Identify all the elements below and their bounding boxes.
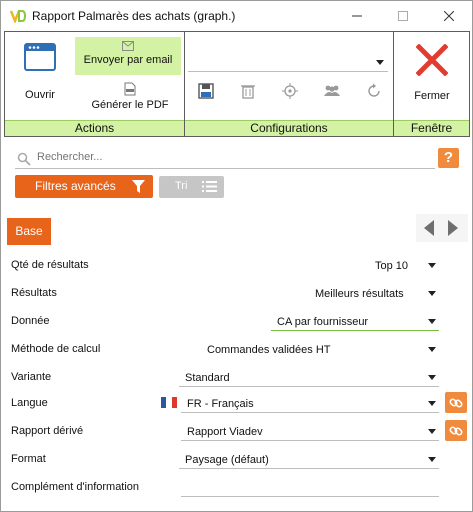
additional-info-input[interactable] bbox=[181, 479, 439, 497]
sort-button[interactable]: Tri bbox=[159, 176, 224, 198]
window-icon bbox=[24, 43, 56, 71]
configurations-group: Configurations bbox=[185, 32, 393, 136]
maximize-button[interactable] bbox=[380, 1, 426, 31]
additional-info-label: Complément d'information bbox=[11, 481, 140, 493]
language-value: FR - Français bbox=[187, 398, 254, 410]
save-icon bbox=[198, 83, 214, 99]
chevron-down-icon bbox=[376, 60, 384, 65]
window-title: Rapport Palmarès des achats (graph.) bbox=[32, 9, 236, 23]
app-logo-icon bbox=[10, 10, 26, 23]
chevron-down-icon bbox=[428, 263, 436, 268]
results-count-select[interactable]: Top 10 bbox=[369, 257, 439, 275]
minimize-button[interactable] bbox=[334, 1, 380, 31]
arrow-right-icon[interactable] bbox=[448, 220, 458, 236]
data-value: CA par fournisseur bbox=[277, 316, 369, 328]
calculation-method-select[interactable]: Commandes validées HT bbox=[201, 341, 439, 359]
list-icon bbox=[202, 181, 217, 192]
funnel-icon bbox=[132, 180, 145, 193]
refresh-icon bbox=[368, 83, 380, 97]
chevron-down-icon bbox=[428, 429, 436, 434]
email-icon bbox=[122, 41, 134, 51]
advanced-filters-label: Filtres avancés bbox=[35, 179, 116, 193]
maximize-icon bbox=[398, 11, 408, 21]
advanced-filters-button[interactable]: Filtres avancés bbox=[15, 175, 153, 198]
window-close-button[interactable] bbox=[426, 1, 472, 31]
open-button[interactable]: Ouvrir bbox=[15, 42, 65, 101]
results-count-label: Qté de résultats bbox=[11, 259, 89, 271]
format-select[interactable]: Paysage (défaut) bbox=[179, 451, 439, 469]
close-icon bbox=[444, 11, 454, 21]
chevron-down-icon bbox=[428, 291, 436, 296]
search-icon bbox=[17, 152, 31, 166]
help-icon: ? bbox=[443, 149, 454, 166]
results-type-value: Meilleurs résultats bbox=[315, 288, 404, 300]
results-count-value: Top 10 bbox=[375, 260, 409, 272]
tab-base[interactable]: Base bbox=[7, 218, 51, 245]
sort-label: Tri bbox=[175, 180, 188, 192]
search-input[interactable] bbox=[37, 151, 427, 163]
title-bar: Rapport Palmarès des achats (graph.) bbox=[1, 1, 472, 31]
calculation-method-label: Méthode de calcul bbox=[11, 343, 101, 355]
results-type-label: Résultats bbox=[11, 287, 57, 299]
close-report-button[interactable]: Fermer bbox=[404, 44, 460, 102]
reset-config-button[interactable] bbox=[365, 82, 383, 100]
derived-report-select[interactable]: Rapport Viadev bbox=[181, 423, 439, 441]
variant-select[interactable]: Standard bbox=[179, 369, 439, 387]
variant-value: Standard bbox=[185, 372, 230, 384]
default-config-button[interactable] bbox=[281, 82, 299, 100]
configuration-select[interactable] bbox=[188, 54, 388, 72]
generate-pdf-button[interactable]: Générer le PDF bbox=[85, 82, 175, 111]
close-icon bbox=[416, 44, 448, 76]
minimize-icon bbox=[352, 15, 362, 17]
results-type-select[interactable]: Meilleurs résultats bbox=[309, 285, 439, 303]
chevron-down-icon bbox=[428, 319, 436, 324]
tab-navigation bbox=[416, 214, 468, 242]
delete-config-button[interactable] bbox=[239, 82, 257, 100]
derived-report-label: Rapport dérivé bbox=[11, 425, 84, 437]
chevron-down-icon bbox=[428, 375, 436, 380]
language-select[interactable]: FR - Français bbox=[181, 395, 439, 413]
target-icon bbox=[282, 83, 298, 99]
save-config-button[interactable] bbox=[197, 82, 215, 100]
chevron-down-icon bbox=[428, 457, 436, 462]
trash-icon bbox=[241, 85, 255, 99]
ribbon: Ouvrir Envoyer par email Générer le PDF … bbox=[4, 31, 470, 137]
send-email-button[interactable]: Envoyer par email bbox=[75, 37, 181, 75]
close-report-label: Fermer bbox=[414, 90, 450, 102]
window-group-label: Fenêtre bbox=[394, 120, 469, 136]
help-button[interactable]: ? bbox=[438, 148, 459, 168]
search-bar bbox=[15, 149, 435, 169]
france-flag-icon bbox=[161, 397, 177, 408]
open-label: Ouvrir bbox=[25, 89, 55, 101]
data-select[interactable]: CA par fournisseur bbox=[271, 313, 439, 331]
calculation-method-value: Commandes validées HT bbox=[207, 344, 331, 356]
chevron-down-icon bbox=[428, 347, 436, 352]
report-window: Rapport Palmarès des achats (graph.) Ouv bbox=[0, 0, 473, 512]
derived-report-value: Rapport Viadev bbox=[187, 426, 263, 438]
format-value: Paysage (défaut) bbox=[185, 454, 269, 466]
derived-report-link-button[interactable] bbox=[445, 420, 467, 441]
generate-pdf-label: Générer le PDF bbox=[91, 99, 169, 111]
link-icon bbox=[449, 397, 463, 408]
configurations-group-label: Configurations bbox=[185, 120, 393, 136]
share-config-button[interactable] bbox=[323, 82, 341, 100]
chevron-down-icon bbox=[428, 401, 436, 406]
users-icon bbox=[324, 85, 340, 96]
language-label: Langue bbox=[11, 397, 48, 409]
window-group: Fermer Fenêtre bbox=[394, 32, 469, 136]
arrow-left-icon[interactable] bbox=[424, 220, 434, 236]
link-icon bbox=[449, 425, 463, 436]
variant-label: Variante bbox=[11, 371, 52, 383]
language-link-button[interactable] bbox=[445, 392, 467, 413]
pdf-icon bbox=[124, 82, 136, 96]
send-email-label: Envoyer par email bbox=[83, 54, 173, 66]
actions-group: Ouvrir Envoyer par email Générer le PDF … bbox=[5, 32, 184, 136]
data-label: Donnée bbox=[11, 315, 50, 327]
actions-group-label: Actions bbox=[5, 120, 184, 136]
format-label: Format bbox=[11, 453, 46, 465]
